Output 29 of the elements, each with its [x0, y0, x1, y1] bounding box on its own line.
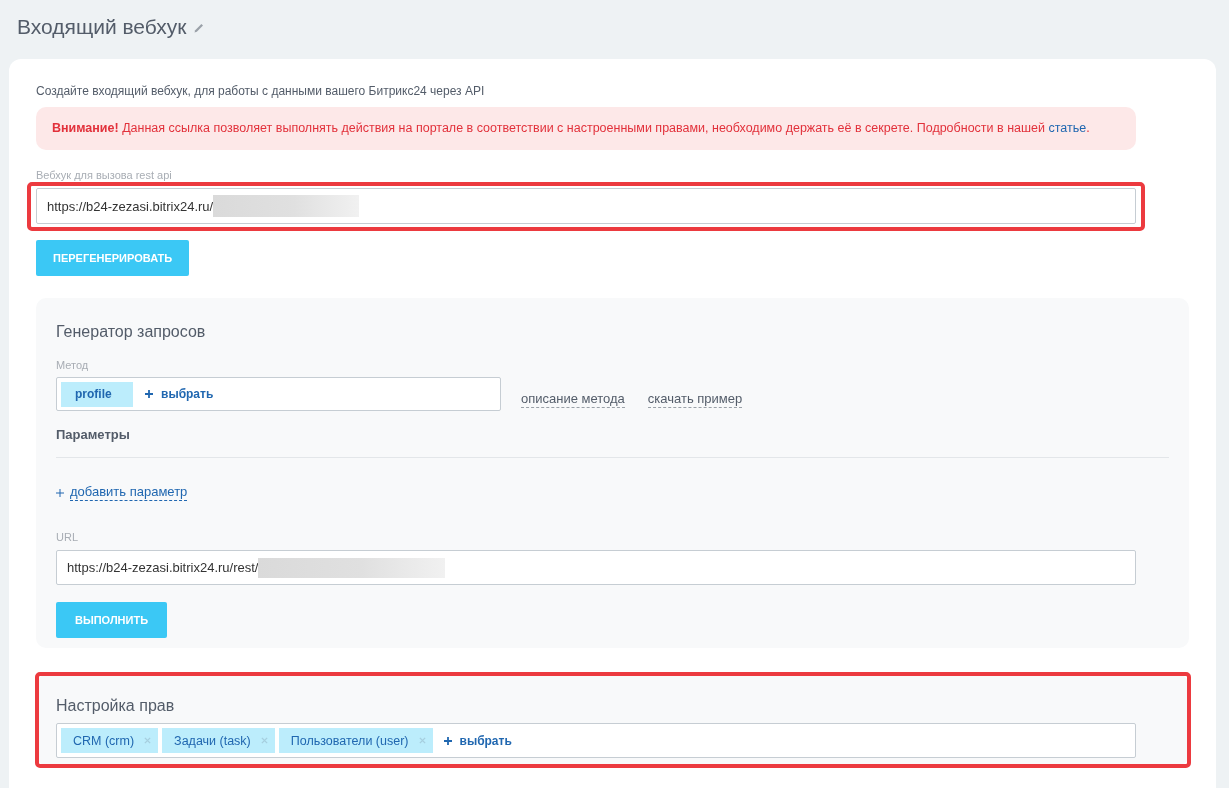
- scope-tag[interactable]: Задачи (task): [162, 728, 275, 753]
- select-link[interactable]: выбрать: [145, 387, 214, 401]
- scope-tag[interactable]: CRM (crm): [61, 728, 159, 753]
- plus-icon: [56, 488, 64, 497]
- section-title: Генератор запросов: [56, 322, 207, 342]
- select-link[interactable]: выбрать: [443, 733, 512, 748]
- remove-icon[interactable]: [418, 737, 426, 744]
- warning-message: Внимание! Данная ссылка позволяет выполнять действия на портале в соответствии с настроенными правами, необходимо держать её в секрете. Подробности в нашей статье.: [36, 107, 1136, 150]
- pencil-icon[interactable]: [194, 23, 205, 33]
- plus-icon: [145, 390, 153, 398]
- field-label: Вебхук для вызова rest api: [36, 169, 173, 182]
- field-label: Метод: [56, 359, 90, 372]
- field-label: URL: [56, 531, 79, 544]
- section-title: Настройка прав: [56, 696, 176, 716]
- plus-icon: [443, 736, 452, 745]
- request-url-field[interactable]: https://b24-zezasi.bitrix24.ru/rest/: [56, 550, 1136, 585]
- page-title: Входящий вебхук: [17, 14, 187, 40]
- parameters-heading: Параметры: [56, 427, 131, 443]
- method-field[interactable]: profile выбрать: [56, 377, 501, 411]
- dashed-link[interactable]: описание метода: [521, 391, 625, 408]
- add-parameter-link[interactable]: добавить параметр: [56, 484, 188, 501]
- intro-text: Создайте входящий вебхук, для работы с данными вашего Битрикс24 через API: [36, 83, 486, 99]
- remove-icon[interactable]: [144, 737, 152, 744]
- method-tag[interactable]: profile: [61, 381, 133, 407]
- dashed-link[interactable]: скачать пример: [647, 391, 743, 408]
- webhook-url-field[interactable]: https://b24-zezasi.bitrix24.ru/: [36, 188, 1136, 224]
- rights-field[interactable]: CRM (crm) Задачи (task) Пользователи (user) выбрать: [56, 723, 1136, 758]
- scope-tag[interactable]: Пользователи (user): [278, 728, 433, 753]
- remove-icon[interactable]: [260, 737, 268, 744]
